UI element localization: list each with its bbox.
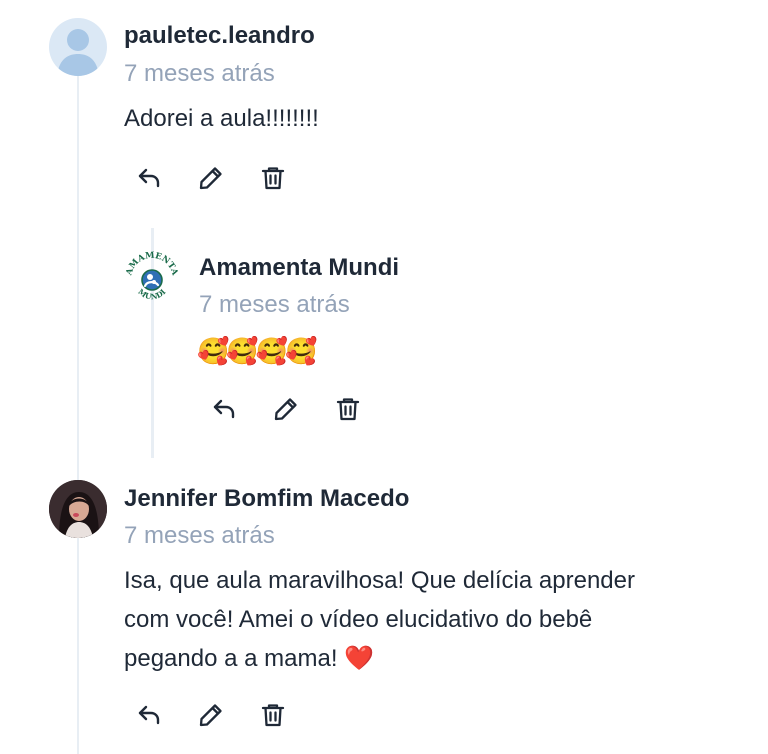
delete-button[interactable]: [330, 391, 366, 427]
avatar-photo[interactable]: [49, 480, 107, 538]
avatar-placeholder[interactable]: [49, 18, 107, 76]
comment-author[interactable]: Jennifer Bomfim Macedo: [124, 485, 409, 513]
edit-button[interactable]: [193, 160, 229, 196]
reply-text: 🥰🥰🥰🥰: [197, 336, 317, 366]
reply-timestamp: 7 meses atrás: [199, 291, 350, 318]
reply-button[interactable]: [206, 391, 242, 427]
reply-button[interactable]: [131, 697, 167, 733]
comment-author[interactable]: pauletec.leandro: [124, 22, 315, 50]
pencil-icon: [199, 167, 222, 190]
pencil-icon: [199, 704, 222, 727]
comment-actions: [131, 697, 291, 733]
comment-text: Adorei a aula!!!!!!!!: [124, 105, 319, 132]
reply-arrow-icon: [138, 705, 160, 725]
reply-author[interactable]: Amamenta Mundi: [199, 254, 399, 282]
comment-timestamp: 7 meses atrás: [124, 60, 275, 87]
comment-text: Isa, que aula maravilhosa! Que delícia a…: [124, 567, 635, 672]
comment-actions: [131, 160, 291, 196]
delete-button[interactable]: [255, 160, 291, 196]
edit-button[interactable]: [268, 391, 304, 427]
reply-actions: [206, 391, 366, 427]
pencil-icon: [274, 398, 297, 421]
trash-icon: [261, 167, 285, 190]
reply-button[interactable]: [131, 160, 167, 196]
user-silhouette-icon: [57, 29, 99, 76]
delete-button[interactable]: [255, 697, 291, 733]
brand-logo-avatar[interactable]: AMAMENTA MUNDI: [123, 249, 181, 307]
thread-line: [77, 70, 79, 754]
reply-arrow-icon: [213, 399, 235, 419]
amamenta-mundi-logo-icon: AMAMENTA MUNDI: [124, 251, 180, 302]
trash-icon: [261, 704, 285, 727]
edit-button[interactable]: [193, 697, 229, 733]
comment-timestamp: 7 meses atrás: [124, 522, 275, 549]
user-photo-icon: [49, 480, 107, 538]
reply-arrow-icon: [138, 168, 160, 188]
trash-icon: [336, 398, 360, 421]
